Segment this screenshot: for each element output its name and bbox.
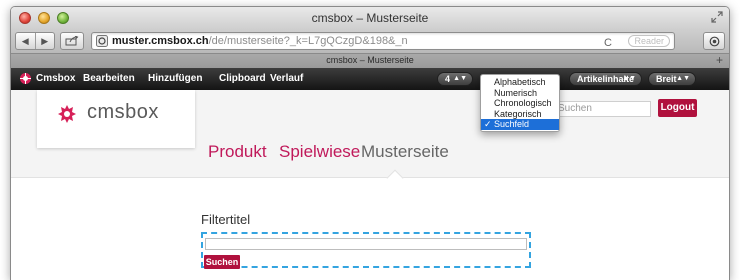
forward-arrow-icon: ▶ (41, 35, 49, 46)
dropdown-option-alphabetisch[interactable]: Alphabetisch (481, 77, 559, 88)
dropdown-option-chronologisch[interactable]: Chronologisch (481, 98, 559, 109)
site-favicon-icon (96, 35, 108, 47)
browser-window: cmsbox – Musterseite ◀ ▶ muster.cmsbox.c… (10, 6, 730, 280)
logout-button[interactable]: Logout (658, 99, 697, 117)
new-tab-button[interactable]: + (716, 53, 723, 67)
reload-icon[interactable]: C (604, 35, 612, 49)
site-search-input[interactable]: Suchen (551, 101, 651, 117)
browser-toolbar: ◀ ▶ muster.cmsbox.ch/de/musterseite?_k=L… (11, 29, 729, 53)
nav-produkt[interactable]: Produkt (208, 142, 267, 162)
item-count-value: 4 (445, 74, 451, 84)
dropdown-option-kategorisch[interactable]: Kategorisch (481, 109, 559, 120)
width-value: Breit (656, 74, 677, 84)
dropdown-option-label: Suchfeld (494, 119, 530, 130)
select-arrows-icon: ▲▼ (453, 75, 467, 82)
dropdown-option-suchfeld[interactable]: ✓ Suchfeld (481, 119, 559, 130)
menu-hinzufuegen[interactable]: Hinzufügen (148, 73, 202, 84)
cms-admin-toolbar: Cmsbox Bearbeiten Hinzufügen Clipboard V… (11, 68, 729, 90)
content-type-select[interactable]: Artikelinhalte ▲▼ (569, 72, 642, 86)
select-arrows-icon: ▲▼ (622, 75, 636, 82)
page-content: cmsbox Suchen Logout Produkt Spielwiese … (11, 90, 729, 280)
window-title: cmsbox – Musterseite (311, 11, 429, 25)
tab-active[interactable]: cmsbox – Musterseite (11, 55, 729, 65)
nav-musterseite[interactable]: Musterseite (361, 142, 449, 162)
cmsbox-logo-icon (58, 105, 76, 123)
width-select[interactable]: Breit ▲▼ (648, 72, 696, 86)
filter-search-button[interactable]: Suchen (204, 255, 240, 269)
title-bar: cmsbox – Musterseite (11, 7, 729, 29)
checkmark-icon: ✓ (484, 119, 492, 130)
share-button[interactable] (60, 32, 84, 50)
filter-title: Filtertitel (201, 212, 251, 227)
select-arrows-icon: ▲▼ (676, 75, 690, 82)
dropdown-option-numerisch[interactable]: Numerisch (481, 88, 559, 99)
forward-button[interactable]: ▶ (34, 33, 55, 49)
menu-bearbeiten[interactable]: Bearbeiten (83, 73, 135, 84)
filter-search-input[interactable] (205, 238, 527, 250)
share-icon (65, 36, 79, 46)
tab-bar: cmsbox – Musterseite + (11, 53, 729, 68)
history-navigation: ◀ ▶ (15, 32, 55, 50)
menu-verlauf[interactable]: Verlauf (270, 73, 303, 84)
url-path: /de/musterseite?_k=L7gQCzgD&198&_n (208, 35, 408, 47)
fullscreen-icon[interactable] (711, 11, 723, 23)
item-count-select[interactable]: 4 ▲▼ (437, 72, 473, 86)
url-host: muster.cmsbox.ch (112, 35, 209, 47)
filter-type-dropdown: Alphabetisch Numerisch Chronologisch Kat… (480, 74, 560, 132)
address-bar[interactable]: muster.cmsbox.ch/de/musterseite?_k=L7gQC… (91, 32, 675, 50)
reader-button[interactable]: Reader (628, 35, 670, 47)
reading-list-button[interactable] (703, 32, 725, 50)
cmsbox-logo-icon (20, 73, 31, 84)
menu-clipboard[interactable]: Clipboard (219, 73, 266, 84)
site-logo[interactable]: cmsbox (37, 90, 195, 148)
logo-text: cmsbox (87, 101, 159, 123)
cms-brand-menu[interactable]: Cmsbox (36, 73, 75, 84)
back-arrow-icon: ◀ (21, 35, 29, 46)
back-button[interactable]: ◀ (16, 33, 35, 49)
nav-spielwiese[interactable]: Spielwiese (279, 142, 360, 162)
reading-list-icon (709, 36, 719, 46)
